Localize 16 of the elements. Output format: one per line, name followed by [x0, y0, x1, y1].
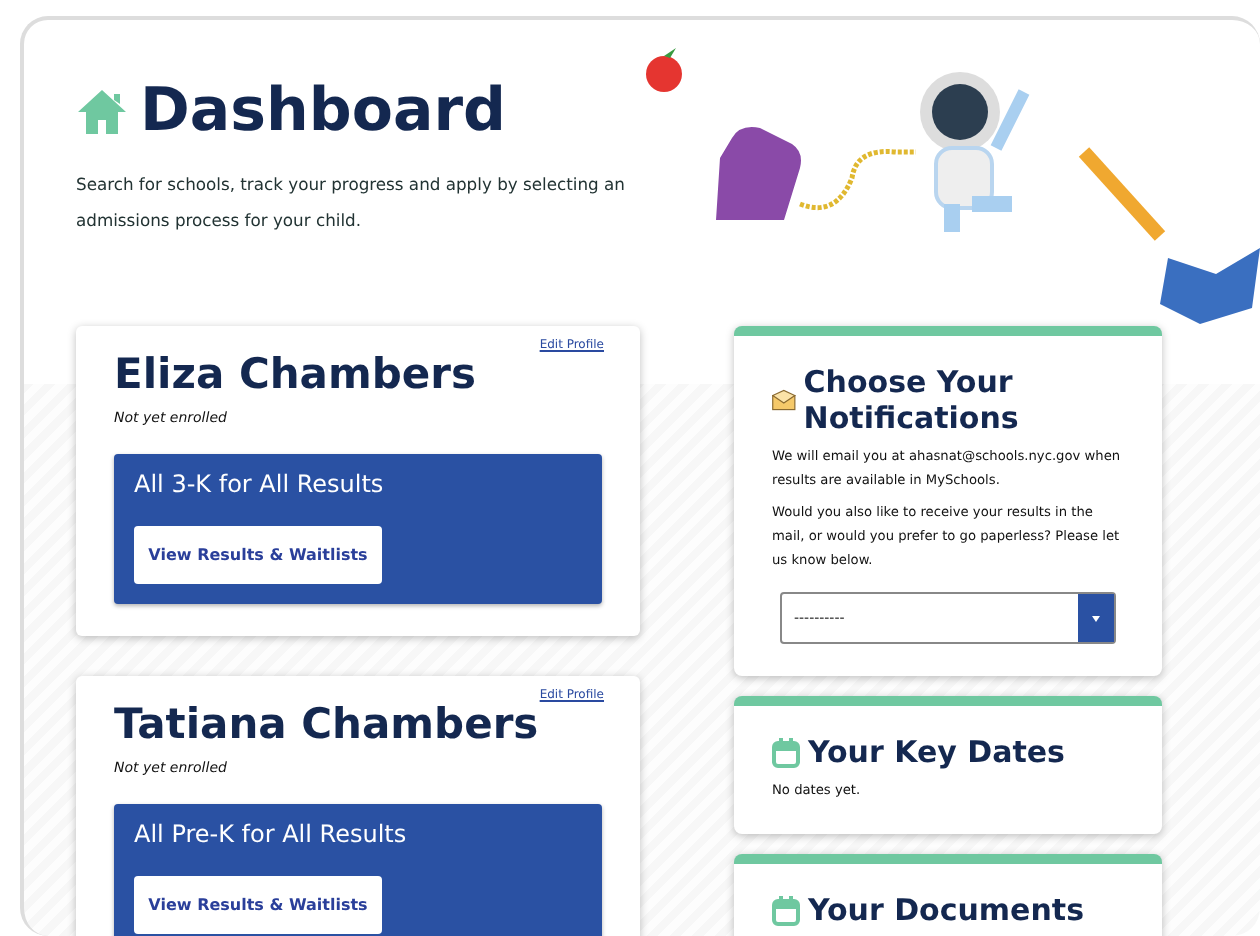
process-title: All Pre-K for All Results	[134, 820, 409, 848]
panel-title: Your Documents	[808, 892, 1084, 928]
caret-icon	[1092, 615, 1100, 621]
page-description: Search for schools, track your progress and apply by selecting an admissions process for your child.	[76, 172, 626, 234]
panel-title: Your Key Dates	[808, 734, 1065, 770]
view-results-button[interactable]: View Results & Waitlists	[134, 526, 382, 584]
process-title: All 3-K for All Results	[134, 470, 386, 498]
student-name: Tatiana Chambers	[114, 700, 541, 748]
calendar-icon	[772, 895, 800, 925]
view-results-button[interactable]: View Results & Waitlists	[134, 876, 382, 934]
page-title: Dashboard	[140, 76, 506, 146]
student-name: Eliza Chambers	[114, 350, 478, 398]
envelope-icon	[772, 386, 796, 414]
panel-title: Choose Your Notifications	[803, 364, 1021, 436]
house-icon	[76, 87, 128, 135]
calendar-icon	[772, 737, 800, 767]
